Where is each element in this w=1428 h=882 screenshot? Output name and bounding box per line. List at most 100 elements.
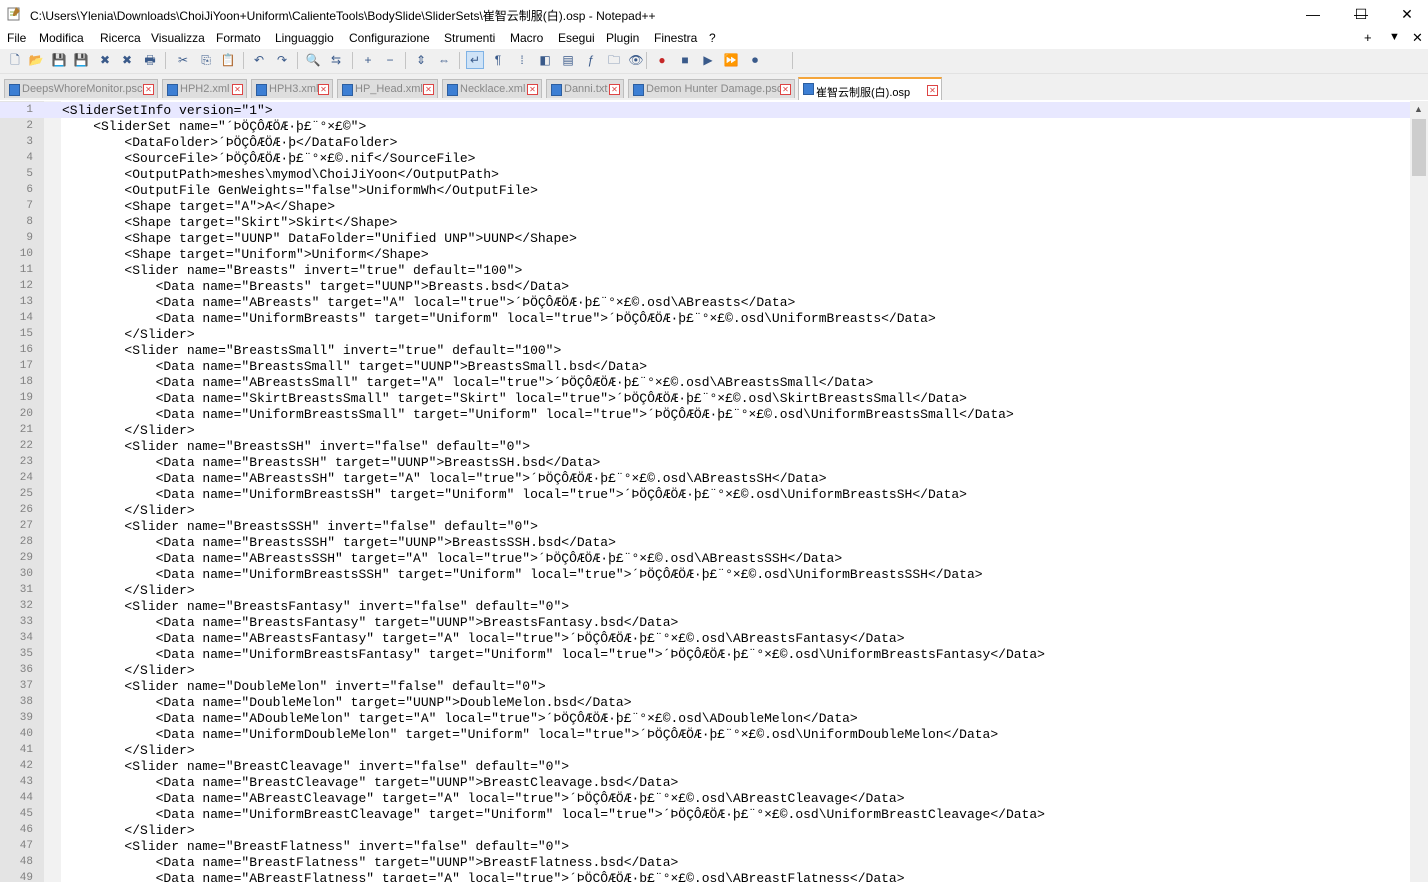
- menu-ricerca[interactable]: Ricerca: [100, 31, 141, 45]
- menu-file[interactable]: File: [7, 31, 26, 45]
- tab-demon-hunter-damage[interactable]: Demon Hunter Damage.psc ✕: [628, 79, 795, 98]
- copy-icon[interactable]: ⎘: [198, 52, 214, 68]
- code-line[interactable]: 47 <Slider name="BreastFlatness" invert=…: [0, 838, 1410, 854]
- code-line[interactable]: 37 <Slider name="DoubleMelon" invert="fa…: [0, 678, 1410, 694]
- play-macro-icon[interactable]: ▶: [700, 52, 716, 68]
- code-line[interactable]: 34 <Data name="ABreastsFantasy" target="…: [0, 630, 1410, 646]
- code-line[interactable]: 39 <Data name="ADoubleMelon" target="A" …: [0, 710, 1410, 726]
- tab-close-icon[interactable]: ✕: [143, 84, 154, 95]
- tab-close-icon[interactable]: ✕: [423, 84, 434, 95]
- code-line[interactable]: 1 <SliderSetInfo version="1">: [0, 102, 1410, 118]
- code-line[interactable]: 20 <Data name="UniformBreastsSmall" targ…: [0, 406, 1410, 422]
- code-line[interactable]: 5 <OutputPath>meshes\mymod\ChoiJiYoon</O…: [0, 166, 1410, 182]
- tab-active-osp[interactable]: 崔智云制服(白).osp ✕: [798, 77, 942, 100]
- code-line[interactable]: 33 <Data name="BreastsFantasy" target="U…: [0, 614, 1410, 630]
- close-all-icon[interactable]: ✖: [119, 52, 135, 68]
- paste-icon[interactable]: 📋: [220, 52, 236, 68]
- tab-list-dropdown[interactable]: ▼: [1389, 31, 1400, 43]
- code-line[interactable]: 14 <Data name="UniformBreasts" target="U…: [0, 310, 1410, 326]
- scroll-up-icon[interactable]: ▲: [1414, 104, 1423, 114]
- code-line[interactable]: 38 <Data name="DoubleMelon" target="UUNP…: [0, 694, 1410, 710]
- code-line[interactable]: 25 <Data name="UniformBreastsSH" target=…: [0, 486, 1410, 502]
- save-all-icon[interactable]: 💾: [73, 52, 89, 68]
- zoom-in-icon[interactable]: +: [360, 52, 376, 68]
- code-line[interactable]: 40 <Data name="UniformDoubleMelon" targe…: [0, 726, 1410, 742]
- code-line[interactable]: 12 <Data name="Breasts" target="UUNP">Br…: [0, 278, 1410, 294]
- indent-guide-icon[interactable]: ⁞: [514, 52, 530, 68]
- sync-horizontal-icon[interactable]: ⇔: [436, 52, 452, 68]
- tab-close-icon[interactable]: ✕: [609, 84, 620, 95]
- folder-workspace-icon[interactable]: 🗀: [606, 52, 622, 68]
- tab-hph3[interactable]: HPH3.xml ✕: [251, 79, 333, 98]
- code-line[interactable]: 19 <Data name="SkirtBreastsSmall" target…: [0, 390, 1410, 406]
- menu-help[interactable]: ?: [709, 31, 716, 45]
- maximize-window-button[interactable]: ☐: [1338, 0, 1384, 28]
- code-line[interactable]: 42 <Slider name="BreastCleavage" invert=…: [0, 758, 1410, 774]
- close-document-button[interactable]: ✕: [1412, 30, 1423, 46]
- menu-linguaggio[interactable]: Linguaggio: [275, 31, 334, 45]
- menu-finestra[interactable]: Finestra: [654, 31, 697, 45]
- new-file-icon[interactable]: 🗋: [7, 52, 23, 68]
- tab-hp-head[interactable]: HP_Head.xml ✕: [337, 79, 438, 98]
- code-line[interactable]: 7 <Shape target="A">A</Shape>: [0, 198, 1410, 214]
- code-line[interactable]: 41 </Slider>: [0, 742, 1410, 758]
- menu-formato[interactable]: Formato: [216, 31, 261, 45]
- code-line[interactable]: 32 <Slider name="BreastsFantasy" invert=…: [0, 598, 1410, 614]
- code-line[interactable]: 17 <Data name="BreastsSmall" target="UUN…: [0, 358, 1410, 374]
- tab-necklace[interactable]: Necklace.xml ✕: [442, 79, 542, 98]
- scrollbar-thumb[interactable]: [1412, 119, 1426, 176]
- record-macro-icon[interactable]: ●: [654, 52, 670, 68]
- replace-icon[interactable]: ⇆: [328, 52, 344, 68]
- code-line[interactable]: 35 <Data name="UniformBreastsFantasy" ta…: [0, 646, 1410, 662]
- cut-icon[interactable]: ✂: [175, 52, 191, 68]
- code-line[interactable]: 43 <Data name="BreastCleavage" target="U…: [0, 774, 1410, 790]
- code-line[interactable]: 18 <Data name="ABreastsSmall" target="A"…: [0, 374, 1410, 390]
- tab-danni[interactable]: Danni.txt ✕: [546, 79, 624, 98]
- stop-record-icon[interactable]: ■: [677, 52, 693, 68]
- print-icon[interactable]: 🖶: [142, 52, 158, 68]
- redo-icon[interactable]: ↷: [274, 52, 290, 68]
- close-icon[interactable]: ✖: [97, 52, 113, 68]
- code-line[interactable]: 11 <Slider name="Breasts" invert="true" …: [0, 262, 1410, 278]
- tab-deepswhoremonitor[interactable]: DeepsWhoreMonitor.psc ✕: [4, 79, 158, 98]
- sync-vertical-icon[interactable]: ⇕: [413, 52, 429, 68]
- menu-plugin[interactable]: Plugin: [606, 31, 639, 45]
- code-line[interactable]: 16 <Slider name="BreastsSmall" invert="t…: [0, 342, 1410, 358]
- close-window-button[interactable]: ✕: [1384, 0, 1428, 28]
- tab-close-icon[interactable]: ✕: [527, 84, 538, 95]
- code-line[interactable]: 15 </Slider>: [0, 326, 1410, 342]
- code-line[interactable]: 6 <OutputFile GenWeights="false">Uniform…: [0, 182, 1410, 198]
- menu-macro[interactable]: Macro: [510, 31, 543, 45]
- code-line[interactable]: 22 <Slider name="BreastsSH" invert="fals…: [0, 438, 1410, 454]
- function-list-icon[interactable]: ƒ: [583, 52, 599, 68]
- monitoring-icon[interactable]: 👁: [628, 52, 644, 68]
- minimize-window-button[interactable]: —: [1290, 0, 1336, 28]
- code-line[interactable]: 24 <Data name="ABreastsSH" target="A" lo…: [0, 470, 1410, 486]
- code-line[interactable]: 26 </Slider>: [0, 502, 1410, 518]
- code-line[interactable]: 4 <SourceFile>´ÞÖÇÔÆÖÆ·þ£¨°×£©.nif</Sour…: [0, 150, 1410, 166]
- tab-close-icon[interactable]: ✕: [927, 85, 938, 96]
- code-line[interactable]: 27 <Slider name="BreastsSSH" invert="fal…: [0, 518, 1410, 534]
- menu-configurazione[interactable]: Configurazione: [349, 31, 430, 45]
- vertical-scrollbar[interactable]: ▲: [1410, 101, 1428, 882]
- code-line[interactable]: 31 </Slider>: [0, 582, 1410, 598]
- menu-modifica[interactable]: Modifica: [39, 31, 84, 45]
- menu-strumenti[interactable]: Strumenti: [444, 31, 495, 45]
- code-line[interactable]: 36 </Slider>: [0, 662, 1410, 678]
- undo-icon[interactable]: ↶: [251, 52, 267, 68]
- open-file-icon[interactable]: 📂: [28, 52, 44, 68]
- code-line[interactable]: 9 <Shape target="UUNP" DataFolder="Unifi…: [0, 230, 1410, 246]
- menu-visualizza[interactable]: Visualizza: [151, 31, 205, 45]
- code-line[interactable]: 46 </Slider>: [0, 822, 1410, 838]
- code-line[interactable]: 49 <Data name="ABreastFlatness" target="…: [0, 870, 1410, 882]
- code-line[interactable]: 13 <Data name="ABreasts" target="A" loca…: [0, 294, 1410, 310]
- doc-map-icon[interactable]: ▤: [560, 52, 576, 68]
- zoom-out-icon[interactable]: −: [382, 52, 398, 68]
- editor-area[interactable]: 1 <SliderSetInfo version="1"> 2 <SliderSet…: [0, 101, 1410, 882]
- save-macro-icon[interactable]: ⏺: [747, 52, 763, 68]
- menu-esegui[interactable]: Esegui: [558, 31, 595, 45]
- tab-hph2[interactable]: HPH2.xml ✕: [162, 79, 247, 98]
- code-line[interactable]: 23 <Data name="BreastsSH" target="UUNP">…: [0, 454, 1410, 470]
- code-line[interactable]: 48 <Data name="BreastFlatness" target="U…: [0, 854, 1410, 870]
- find-icon[interactable]: 🔍: [305, 52, 321, 68]
